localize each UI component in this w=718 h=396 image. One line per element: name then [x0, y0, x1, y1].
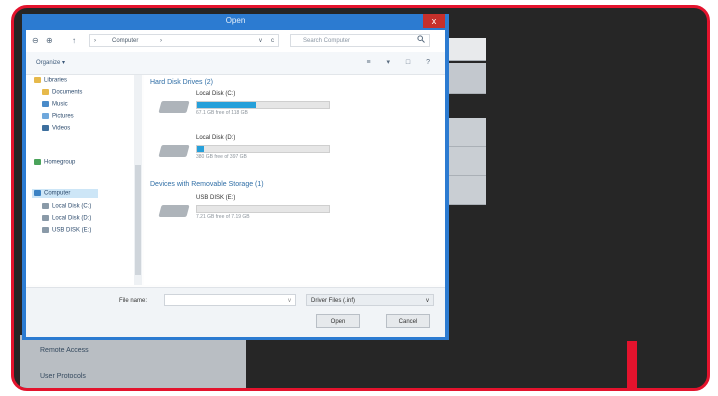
computer-icon [34, 190, 41, 196]
drive-usage-bar [196, 101, 330, 109]
refresh-icon[interactable]: c [271, 35, 274, 48]
address-prefix: › [94, 38, 96, 44]
drive-free-space: 7.21 GB free of 7.19 GB [196, 214, 250, 220]
content-pane: Hard Disk Drives (2) Local Disk (C:) 67.… [144, 75, 445, 285]
breadcrumb-computer[interactable]: Computer [112, 35, 138, 48]
picture-icon [42, 113, 49, 119]
group-header-hard-disk-drives[interactable]: Hard Disk Drives (2) [150, 79, 213, 86]
annotation-marker [627, 341, 637, 388]
usb-drive-icon [158, 205, 190, 217]
file-name-label: File name: [119, 298, 148, 304]
nav-item-music[interactable]: Music [42, 101, 68, 108]
usb-drive-icon [42, 227, 49, 233]
view-options-icons[interactable]: ≡ ▾ □ ? [366, 58, 437, 66]
group-header-removable-storage[interactable]: Devices with Removable Storage (1) [150, 181, 264, 188]
video-icon [42, 125, 49, 131]
back-button[interactable]: ⊖ [32, 36, 39, 45]
drive-icon [42, 215, 49, 221]
hard-drive-icon [158, 145, 190, 157]
organize-button[interactable]: Organize ▾ [36, 59, 65, 66]
search-placeholder: Search Computer [303, 38, 351, 44]
menu-item-remote-access[interactable]: Remote Access [40, 347, 89, 354]
search-input[interactable]: Search Computer [290, 34, 430, 47]
folder-icon [42, 89, 49, 95]
music-icon [42, 101, 49, 107]
address-path[interactable]: › Computer › v c [89, 34, 279, 47]
drive-name: Local Disk (D:) [196, 135, 236, 141]
scrollbar-thumb[interactable] [135, 165, 141, 275]
nav-item-documents[interactable]: Documents [42, 89, 82, 96]
nav-item-homegroup[interactable]: Homegroup [34, 159, 75, 166]
chevron-down-icon[interactable]: v [259, 35, 262, 48]
nav-item-usb-disk[interactable]: USB DISK (E:) [42, 227, 91, 234]
open-button[interactable]: Open [316, 314, 360, 328]
dialog-toolbar: Organize ▾ ≡ ▾ □ ? [26, 52, 445, 75]
folder-icon [34, 77, 41, 83]
drive-free-space: 67.1 GB free of 118 GB [196, 110, 248, 116]
forward-button[interactable]: ⊕ [46, 36, 53, 45]
cancel-button[interactable]: Cancel [386, 314, 430, 328]
file-type-value: Driver Files (.inf) [311, 298, 356, 304]
chevron-right-icon: › [160, 38, 162, 44]
dialog-footer: File name: v Driver Files (.inf) v Open … [26, 287, 445, 337]
homegroup-icon [34, 159, 41, 165]
nav-item-local-disk-d[interactable]: Local Disk (D:) [42, 215, 91, 222]
drive-icon [42, 203, 49, 209]
drive-usage-bar [196, 145, 330, 153]
menu-item-user-protocols[interactable]: User Protocols [40, 373, 86, 380]
drive-usage-bar [196, 205, 330, 213]
nav-scrollbar[interactable] [134, 75, 142, 285]
nav-item-computer[interactable]: Computer [32, 189, 99, 198]
close-button[interactable]: x [423, 14, 445, 28]
address-bar: ⊖ ⊕ ↑ › Computer › v c Search Computer [26, 30, 445, 53]
nav-item-libraries[interactable]: Libraries [34, 77, 67, 84]
drive-free-space: 380 GB free of 397 GB [196, 154, 247, 160]
nav-item-videos[interactable]: Videos [42, 125, 70, 132]
dialog-client: ⊖ ⊕ ↑ › Computer › v c Search Computer O… [26, 30, 445, 337]
file-name-input[interactable]: v [164, 294, 296, 306]
screenshot-frame: Remote Access User Protocols 1 Open x ⊖ … [11, 5, 710, 391]
drive-name: USB DISK (E:) [196, 195, 236, 201]
background-menu: Remote Access User Protocols [20, 335, 246, 388]
drive-usage-fill [197, 146, 204, 152]
drive-name: Local Disk (C:) [196, 91, 236, 97]
navigation-pane: Libraries Documents Music Pictures Video… [26, 75, 134, 285]
drive-usage-fill [197, 102, 257, 108]
dialog-titlebar[interactable]: Open x [22, 14, 449, 30]
chevron-down-icon: v [426, 298, 429, 304]
search-icon [417, 35, 425, 49]
hard-drive-icon [158, 101, 190, 113]
open-dialog: Open x ⊖ ⊕ ↑ › Computer › v c Search Com… [22, 14, 449, 340]
file-type-filter[interactable]: Driver Files (.inf) v [306, 294, 434, 306]
nav-item-pictures[interactable]: Pictures [42, 113, 74, 120]
dialog-title: Open [225, 16, 246, 25]
up-button[interactable]: ↑ [72, 36, 76, 45]
nav-item-local-disk-c[interactable]: Local Disk (C:) [42, 203, 91, 210]
